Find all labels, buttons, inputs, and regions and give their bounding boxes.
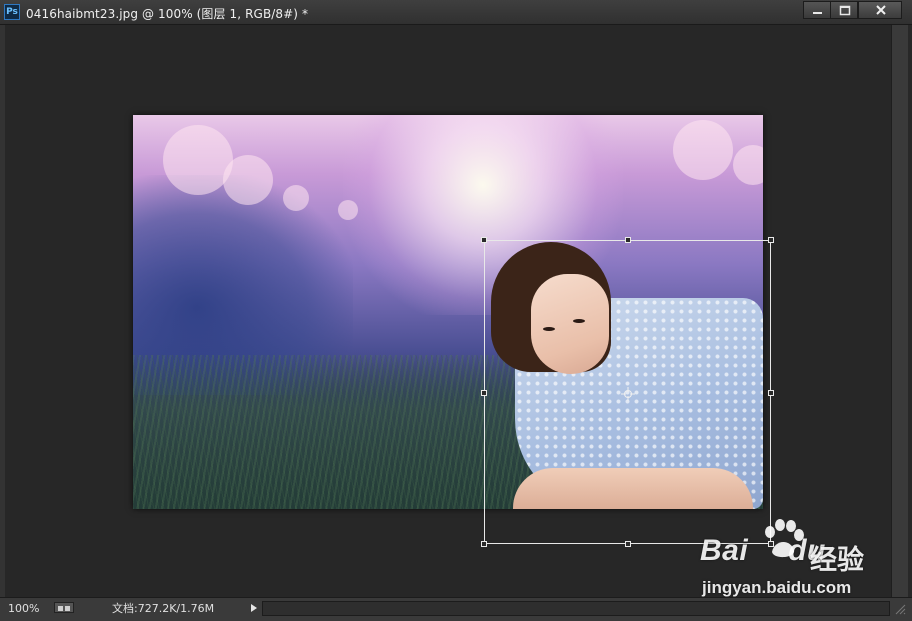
close-icon — [876, 5, 886, 15]
close-button[interactable] — [858, 1, 902, 19]
transform-handle-right[interactable] — [768, 390, 774, 396]
navigator-icon[interactable] — [54, 602, 74, 613]
transform-handle-bottom[interactable] — [625, 541, 631, 547]
transform-handle-left[interactable] — [481, 390, 487, 396]
transform-handle-top-right[interactable] — [768, 237, 774, 243]
navigator-glyph — [58, 606, 70, 611]
watermark-jingyan-text: 经验 — [810, 545, 864, 576]
image-bokeh — [733, 145, 763, 185]
image-bokeh — [283, 185, 309, 211]
crosshair-icon[interactable] — [621, 387, 635, 401]
minimize-icon — [813, 12, 822, 14]
resize-grip-icon[interactable] — [893, 602, 907, 616]
document-title-bar[interactable]: Ps 0416haibmt23.jpg @ 100% (图层 1, RGB/8#… — [0, 0, 912, 25]
zoom-level-field[interactable]: 100% — [8, 602, 48, 616]
vertical-scrollbar[interactable] — [891, 25, 908, 597]
image-bokeh — [673, 120, 733, 180]
transform-handle-top-left[interactable] — [481, 237, 487, 243]
baidu-jingyan-watermark: Bai du 经验 jingyan.baidu.com — [700, 518, 905, 603]
document-title: 0416haibmt23.jpg @ 100% (图层 1, RGB/8#) * — [26, 7, 309, 21]
photoshop-app-icon: Ps — [4, 4, 20, 20]
maximize-button[interactable] — [830, 1, 858, 19]
play-arrow-icon[interactable] — [250, 603, 258, 613]
image-bokeh — [338, 200, 358, 220]
minimize-button[interactable] — [803, 1, 831, 19]
transform-handle-top[interactable] — [625, 237, 631, 243]
paw-icon — [765, 519, 804, 558]
horizontal-scrollbar[interactable] — [262, 601, 890, 616]
maximize-icon — [839, 5, 851, 16]
status-bar: 100% 文档:727.2K/1.76M — [0, 597, 912, 621]
watermark-logo-bai: Bai — [700, 534, 749, 567]
transform-handle-bottom-left[interactable] — [481, 541, 487, 547]
document-size-info[interactable]: 文档:727.2K/1.76M — [112, 602, 242, 616]
watermark-url: jingyan.baidu.com — [702, 578, 852, 597]
image-bokeh — [223, 155, 273, 205]
